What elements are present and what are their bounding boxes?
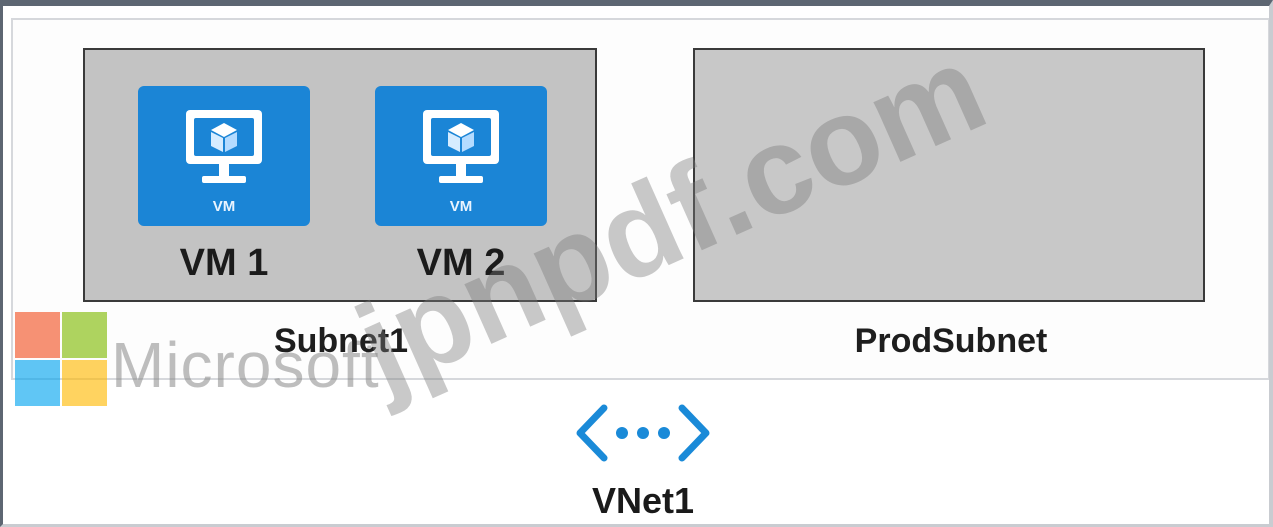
logo-green-square — [62, 312, 107, 358]
vm2-tile: VM — [375, 86, 547, 226]
virtual-network-icon — [576, 404, 710, 462]
diagram-canvas: VM VM 1 VM VM 2 Microsoft Subnet1 ProdSu… — [0, 0, 1273, 527]
logo-red-square — [15, 312, 60, 358]
vm1-label: VM 1 — [179, 242, 269, 284]
vm1-tile: VM — [138, 86, 310, 226]
monitor-cube-icon — [186, 110, 262, 183]
logo-yellow-square — [62, 360, 107, 406]
microsoft-logo — [15, 312, 107, 406]
vnet-label: VNet1 — [591, 480, 695, 521]
monitor-cube-icon — [423, 110, 499, 183]
prodsubnet-label: ProdSubnet — [854, 322, 1048, 360]
logo-blue-square — [15, 360, 60, 406]
vm1-badge: VM — [212, 198, 236, 215]
